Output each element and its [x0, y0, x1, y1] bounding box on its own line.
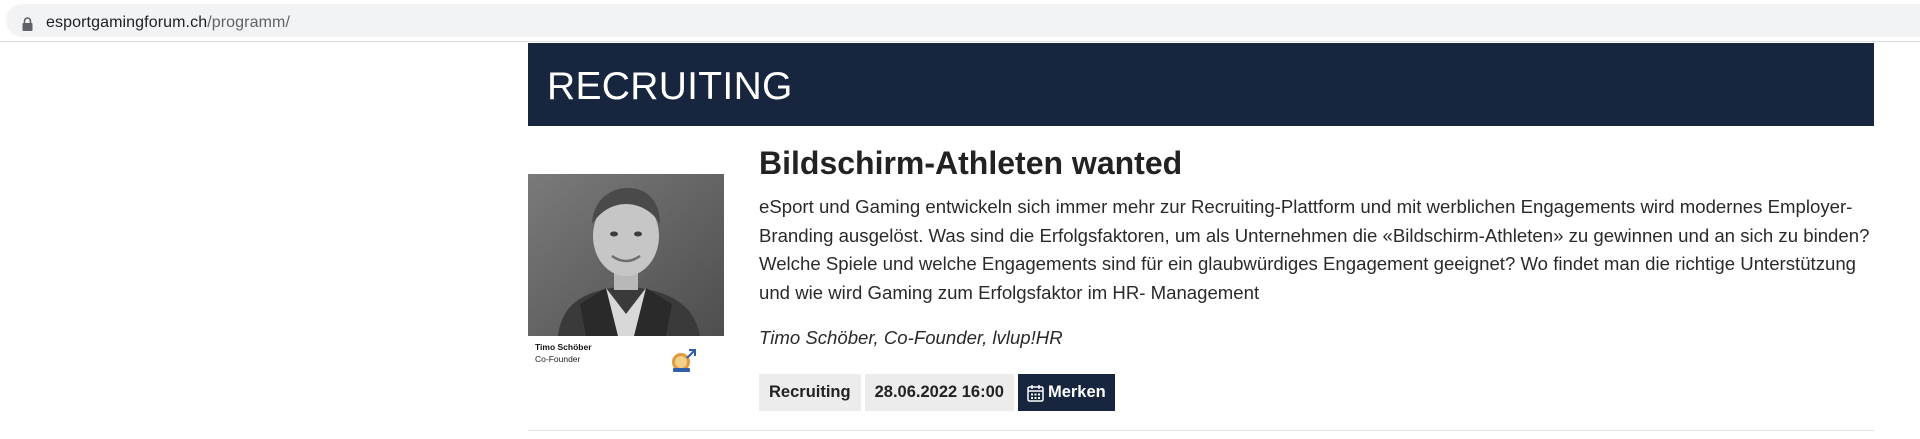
section-heading: RECRUITING	[547, 65, 793, 108]
caption-name: Timo Schöber	[535, 342, 592, 352]
section-banner: RECRUITING	[528, 43, 1874, 126]
speaker-photo	[528, 174, 724, 336]
calendar-icon	[1027, 384, 1044, 402]
url-text[interactable]: esportgamingforum.ch/programm/	[46, 14, 290, 32]
url-domain: esportgamingforum.ch	[46, 14, 208, 31]
section-divider	[528, 430, 1874, 431]
speaker-portrait-image	[528, 174, 724, 336]
caption-role: Co-Founder	[535, 354, 581, 364]
session-title: Bildschirm-Athleten wanted	[759, 145, 1183, 181]
photo-caption: Timo Schöber Co-Founder	[528, 336, 724, 378]
session-tags: Recruiting 28.06.2022 16:00 Merken	[759, 374, 1115, 411]
category-tag[interactable]: Recruiting	[759, 374, 861, 411]
datetime-tag: 28.06.2022 16:00	[864, 374, 1014, 411]
bookmark-label: Merken	[1047, 383, 1106, 401]
browser-address-bar: esportgamingforum.ch/programm/	[0, 0, 1920, 41]
url-field[interactable]: esportgamingforum.ch/programm/	[6, 4, 1920, 37]
session-description: eSport und Gaming entwickeln sich immer …	[759, 196, 1870, 303]
url-path: /programm/	[207, 14, 290, 31]
session-speaker: Timo Schöber, Co-Founder, lvlup!HR	[759, 327, 1063, 348]
lock-icon[interactable]	[22, 17, 33, 31]
lvlup-logo-icon	[672, 349, 696, 372]
bookmark-button[interactable]: Merken	[1017, 374, 1115, 411]
address-bar-divider	[0, 41, 1920, 42]
